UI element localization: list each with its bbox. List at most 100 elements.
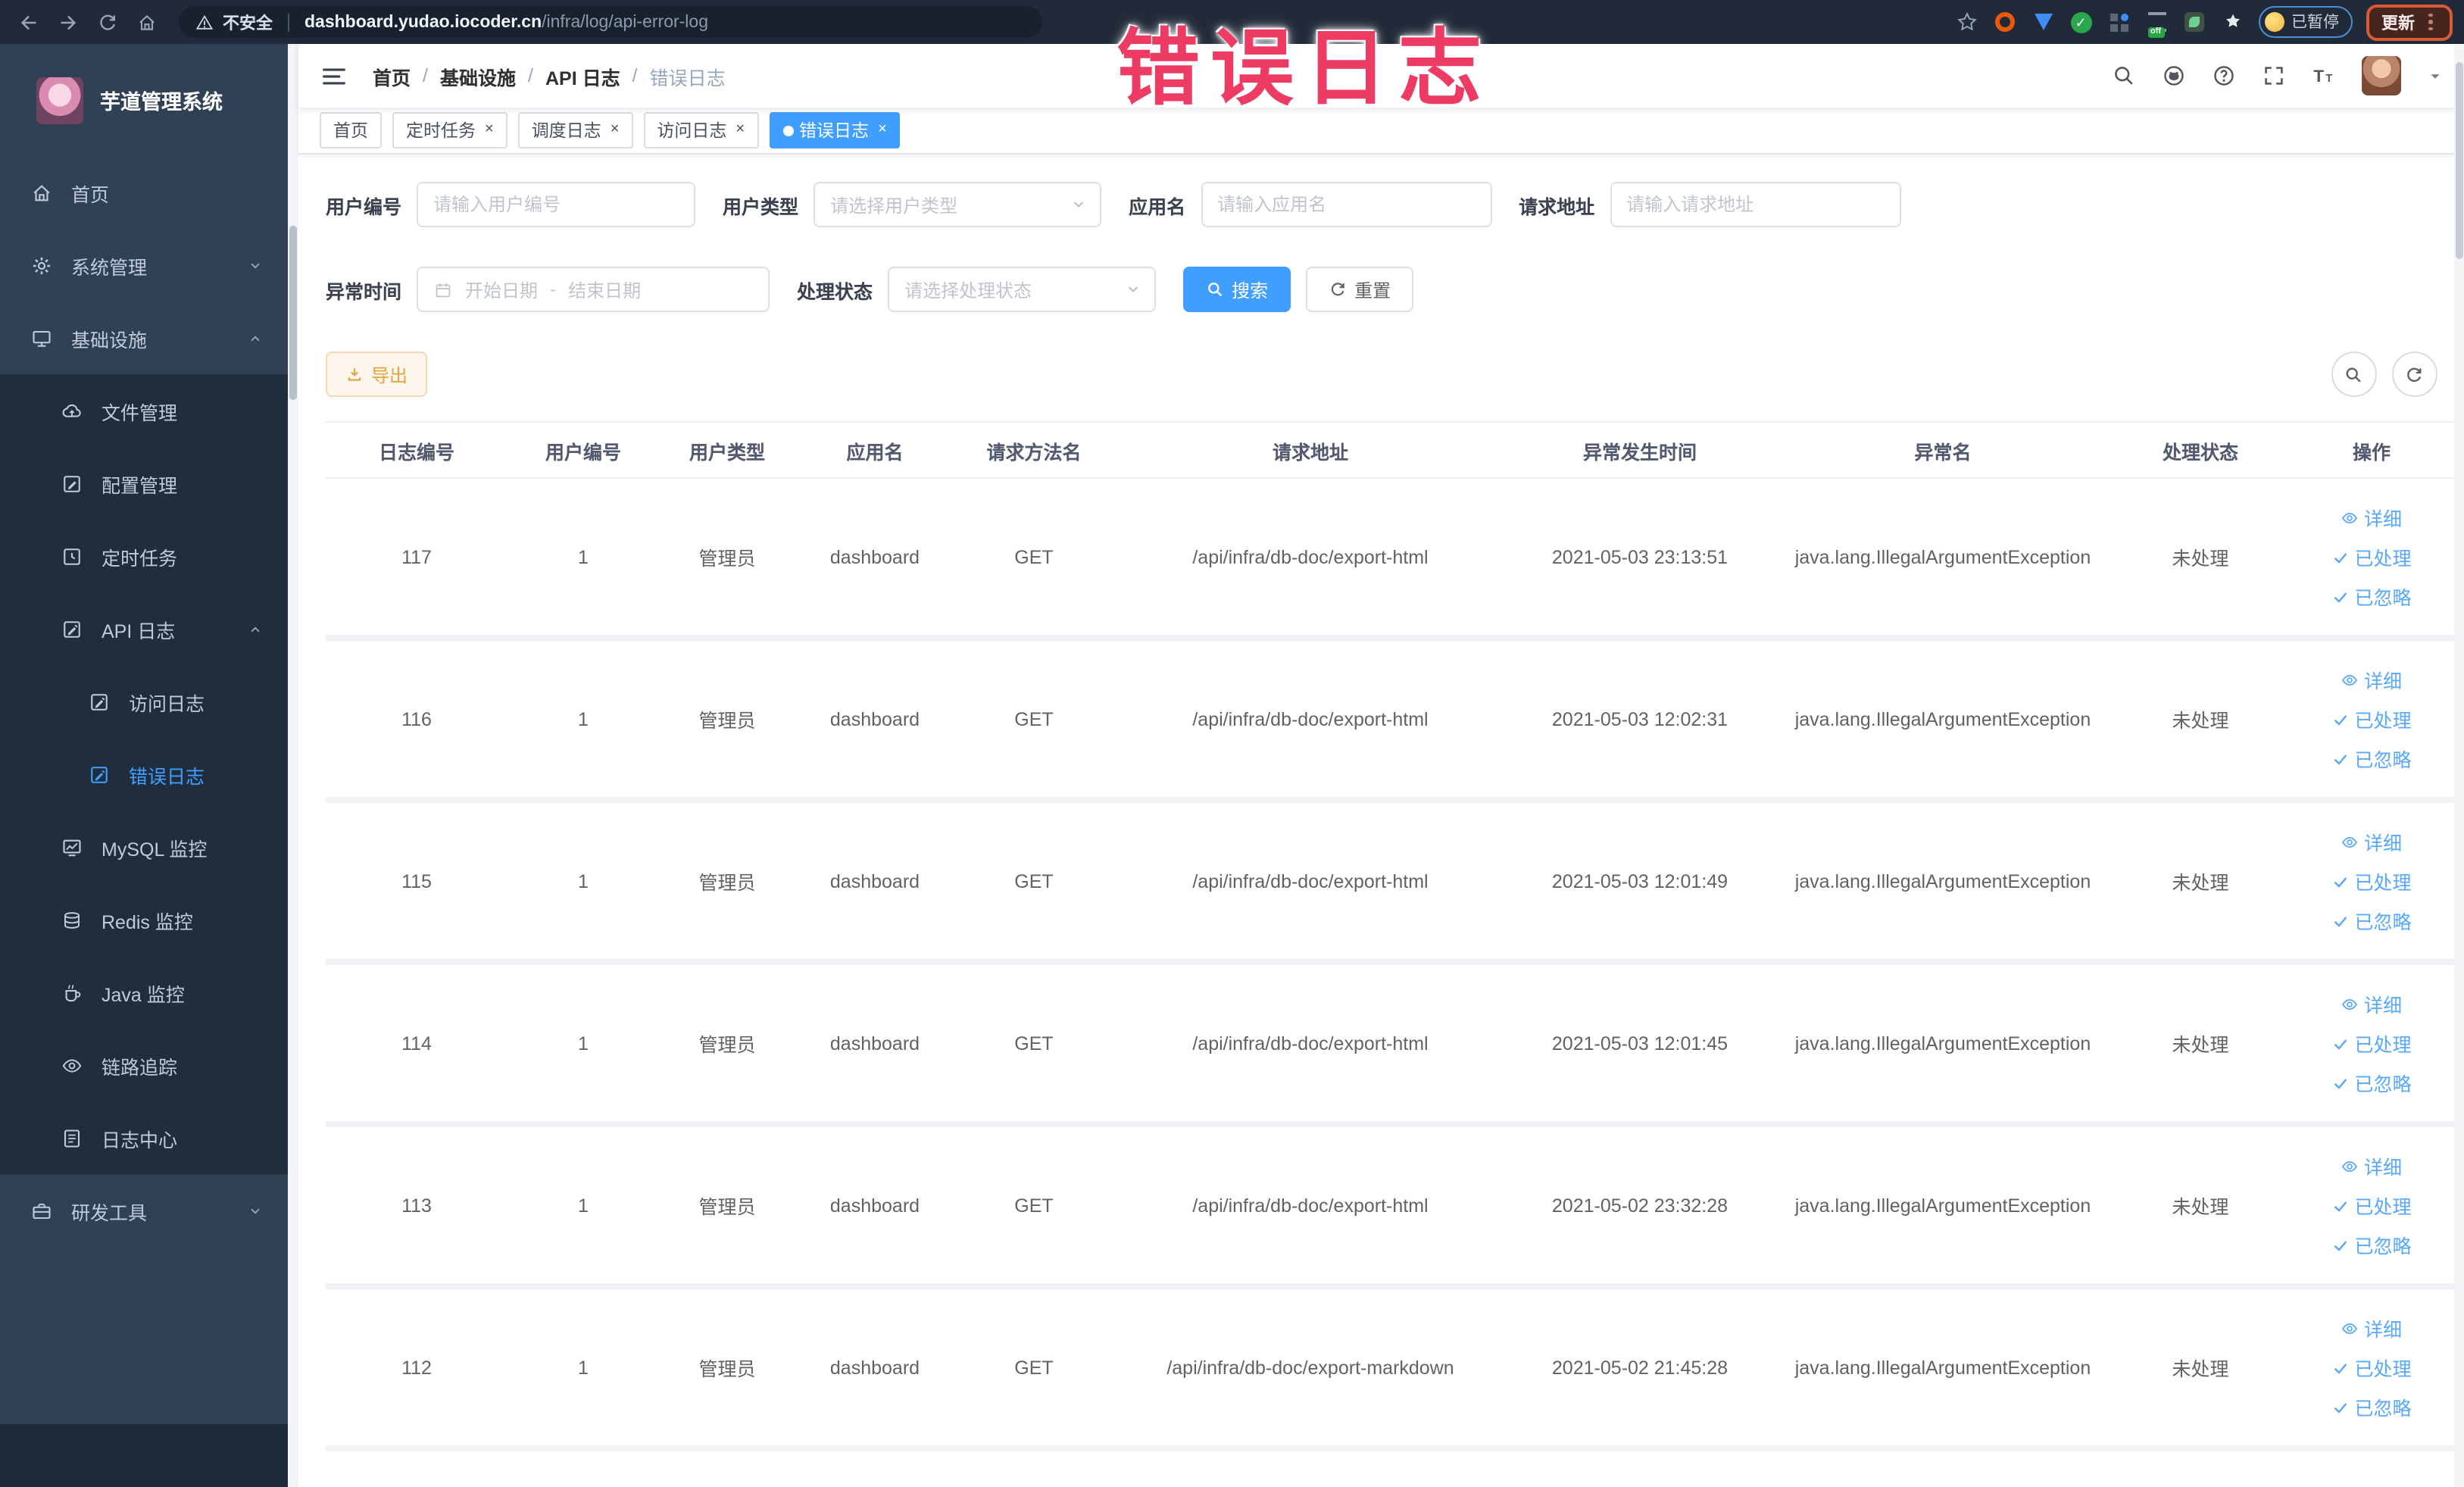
action-label: 已忽略 [2354,1398,2412,1420]
app-name-input[interactable] [1201,182,1492,227]
action-详细[interactable]: 详细 [2341,503,2402,532]
extension-blue-icon[interactable] [2031,10,2055,34]
column-header-处理状态: 处理状态 [2113,422,2288,479]
action-已忽略[interactable]: 已忽略 [2331,582,2412,611]
address-bar[interactable]: 不安全 dashboard.yudao.iocoder.cn/infra/log… [179,6,1042,38]
tab-定时任务[interactable]: 定时任务 × [392,112,507,148]
sidebar-item-基础设施[interactable]: 基础设施 [0,301,288,374]
cell-status: 未处理 [2113,478,2288,641]
export-button[interactable]: 导出 [326,351,428,397]
sidebar-item-链路追踪[interactable]: 链路追踪 [0,1029,288,1101]
search-button[interactable]: 搜索 [1183,267,1291,312]
toggle-search-button[interactable] [2331,351,2376,397]
sidebar-item-访问日志[interactable]: 访问日志 [0,665,288,738]
profile-chip[interactable]: 已暂停 [2258,6,2353,38]
cell-status: 未处理 [2113,800,2288,965]
search-icon[interactable] [2111,64,2135,88]
action-已忽略[interactable]: 已忽略 [2331,1068,2412,1097]
forward-icon[interactable] [52,5,85,39]
process-status-select[interactable]: 请选择处理状态 [888,267,1157,312]
action-已忽略[interactable]: 已忽略 [2331,1392,2412,1421]
close-icon[interactable]: × [611,122,620,138]
close-icon[interactable]: × [878,122,887,138]
close-icon[interactable]: × [735,122,745,138]
back-icon[interactable] [12,5,45,39]
action-已处理[interactable]: 已处理 [2331,1191,2412,1220]
action-label: 详细 [2363,1320,2402,1341]
github-icon[interactable] [2161,64,2185,88]
sidebar-item-系统管理[interactable]: 系统管理 [0,229,288,301]
action-详细[interactable]: 详细 [2341,665,2402,694]
breadcrumb-item[interactable]: API 日志 [545,61,620,90]
bookmark-star-icon[interactable] [1955,10,1979,34]
tab-访问日志[interactable]: 访问日志 × [643,112,759,148]
action-已处理[interactable]: 已处理 [2331,542,2412,571]
user-avatar[interactable] [2361,56,2400,95]
sidebar: 芋道管理系统 首页 系统管理 基础设施 文件管理 配置管理 定时任务 API 日志 访问日志错… [0,44,298,1487]
font-size-icon[interactable]: TT [2311,64,2335,88]
action-label: 详细 [2363,1157,2402,1179]
extension-green-check-icon[interactable]: ✓ [2069,10,2093,34]
breadcrumb-item: 错误日志 [649,67,726,89]
sidebar-item-研发工具[interactable]: 研发工具 [0,1174,288,1247]
close-icon[interactable]: × [485,122,494,138]
reset-button[interactable]: 重置 [1306,267,1414,312]
extension-onoff-icon[interactable]: off [2144,10,2169,37]
sidebar-item-定时任务[interactable]: 定时任务 [0,520,288,592]
exception-time-range-picker[interactable]: 开始日期 - 结束日期 [417,267,770,312]
action-详细[interactable]: 详细 [2341,1314,2402,1342]
sidebar-scrollbar[interactable] [288,44,298,1487]
refresh-table-button[interactable] [2391,351,2437,397]
action-详细[interactable]: 详细 [2341,989,2402,1018]
sidebar-item-mysql-监控[interactable]: MySQL 监控 [0,811,288,883]
sidebar-item-label: Java 监控 [101,984,185,1005]
cell-app_name: dashboard [795,478,954,641]
update-button[interactable]: 更新 [2366,4,2452,40]
filter-label-request-url: 请求地址 [1519,196,1595,217]
sidebar-item-文件管理[interactable]: 文件管理 [0,374,288,447]
tab-label: 首页 [333,123,368,141]
action-已处理[interactable]: 已处理 [2331,867,2412,895]
action-详细[interactable]: 详细 [2341,1151,2402,1180]
breadcrumb-item[interactable]: 首页 [373,61,411,90]
action-已忽略[interactable]: 已忽略 [2331,1230,2412,1259]
request-url-input[interactable] [1610,182,1901,227]
chrome-home-icon[interactable] [130,5,164,39]
action-已处理[interactable]: 已处理 [2331,704,2412,733]
caret-down-icon[interactable] [2426,67,2443,84]
devtools-icon [33,1202,51,1219]
sidebar-item-日志中心[interactable]: 日志中心 [0,1101,288,1174]
action-详细[interactable]: 详细 [2341,827,2402,856]
extension-puzzle-icon[interactable] [2220,10,2244,34]
sidebar-item-api-日志[interactable]: API 日志 [0,592,288,665]
action-已处理[interactable]: 已处理 [2331,1353,2412,1382]
help-icon[interactable] [2211,64,2235,88]
tab-首页[interactable]: 首页 [320,112,382,148]
app-logo-row[interactable]: 芋道管理系统 [0,44,288,156]
user-type-select[interactable]: 请选择用户类型 [814,182,1102,227]
sidebar-item-java-监控[interactable]: Java 监控 [0,956,288,1029]
page-scrollbar[interactable] [2453,44,2464,1487]
extension-leaf-icon[interactable] [2182,10,2206,34]
cell-user_type: 管理员 [659,1124,795,1289]
action-label: 详细 [2363,671,2402,692]
user-id-input[interactable] [417,182,696,227]
cell-url: /api/infra/db-doc/export-html [1113,638,1507,803]
tab-错误日志[interactable]: 错误日志 × [769,112,901,148]
tab-调度日志[interactable]: 调度日志 × [517,112,633,148]
action-已忽略[interactable]: 已忽略 [2331,906,2412,935]
action-已处理[interactable]: 已处理 [2331,1029,2412,1057]
table-header-row: 日志编号 用户编号 用户类型 应用名 请求方法名 请求地址 异常发生时间 异常名 处理状态 操作 [326,422,2456,479]
sidebar-item-首页[interactable]: 首页 [0,156,288,229]
sidebar-item-redis-监控[interactable]: Redis 监控 [0,883,288,956]
breadcrumb-item[interactable]: 基础设施 [440,61,516,90]
fullscreen-icon[interactable] [2261,64,2285,88]
sidebar-item-配置管理[interactable]: 配置管理 [0,447,288,520]
reload-icon[interactable] [91,5,124,39]
eye-icon [2342,998,2359,1010]
sidebar-item-错误日志[interactable]: 错误日志 [0,738,288,811]
hamburger-icon[interactable] [320,61,348,90]
extension-orange-icon[interactable] [1993,10,2017,34]
action-已忽略[interactable]: 已忽略 [2331,744,2412,773]
extension-grid-icon[interactable] [2106,10,2131,34]
